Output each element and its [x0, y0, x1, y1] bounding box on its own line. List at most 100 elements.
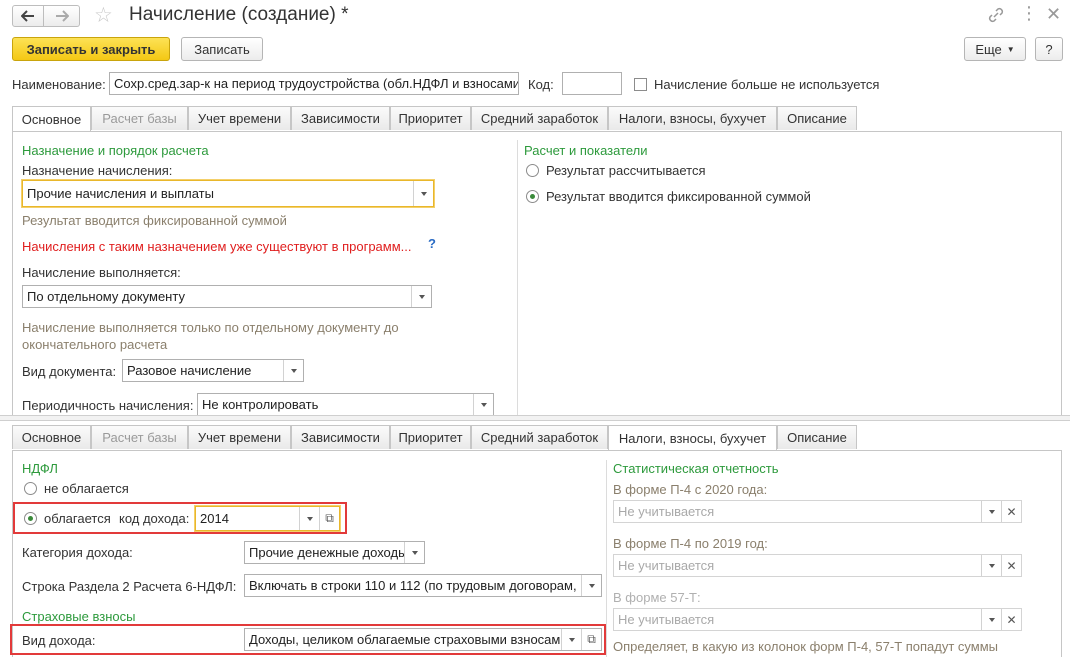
income-code-input[interactable]: 2014 ⧉: [195, 506, 340, 531]
section-title: Назначение и порядок расчета: [22, 143, 209, 158]
periodicity-select-value: Не контролировать: [202, 397, 319, 412]
tab-taxes[interactable]: Налоги, взносы, бухучет: [608, 106, 777, 130]
chevron-down-icon[interactable]: [981, 555, 1001, 576]
forward-button[interactable]: [44, 5, 80, 27]
chevron-down-icon[interactable]: [981, 501, 1001, 522]
more-button[interactable]: Еще ▼: [964, 37, 1026, 61]
tab-calc-base[interactable]: Расчет базы: [91, 425, 188, 449]
income-code-value: 2014: [200, 511, 229, 526]
clear-icon[interactable]: ✕: [1001, 555, 1021, 576]
tab-dependencies[interactable]: Зависимости: [291, 106, 390, 130]
tab-dependencies[interactable]: Зависимости: [291, 425, 390, 449]
periodicity-label: Периодичность начисления:: [22, 398, 194, 413]
radio-fixed[interactable]: [526, 190, 539, 203]
tab-main[interactable]: Основное: [12, 425, 91, 449]
tab-calc-base[interactable]: Расчет базы: [91, 106, 188, 130]
ndfl-row-label: Строка Раздела 2 Расчета 6-НДФЛ:: [22, 579, 237, 594]
radio-not-taxed-label: не облагается: [44, 481, 129, 496]
periodicity-select[interactable]: Не контролировать: [197, 393, 494, 416]
tab-description[interactable]: Описание: [777, 425, 857, 449]
clear-icon[interactable]: ✕: [1001, 609, 1021, 630]
p4-2019-select[interactable]: Не учитывается ✕: [613, 554, 1022, 577]
more-menu-icon[interactable]: ⋮: [1020, 3, 1038, 24]
income-category-select[interactable]: Прочие денежные доходы: [244, 541, 425, 564]
screenshot-separator: [0, 415, 1070, 421]
f57-label: В форме 57-Т:: [613, 590, 701, 605]
back-button[interactable]: [12, 5, 44, 27]
income-category-value: Прочие денежные доходы: [249, 545, 404, 560]
income-type-label: Вид дохода:: [22, 633, 96, 648]
tabs-top: Основное Расчет базы Учет времени Зависи…: [12, 106, 1062, 132]
doc-type-select-value: Разовое начисление: [127, 363, 252, 378]
p4-2020-select[interactable]: Не учитывается ✕: [613, 500, 1022, 523]
chevron-down-icon[interactable]: [581, 575, 601, 596]
radio-taxed[interactable]: [24, 512, 37, 525]
tab-priority[interactable]: Приоритет: [390, 106, 471, 130]
chevron-down-icon[interactable]: [404, 542, 424, 563]
tab-main[interactable]: Основное: [12, 106, 91, 131]
link-icon[interactable]: [987, 6, 1005, 24]
window-title: Начисление (создание) *: [129, 4, 349, 25]
name-input[interactable]: Сохр.сред.зар-к на период трудоустройств…: [109, 72, 519, 95]
radio-calculated[interactable]: [526, 164, 539, 177]
performed-label: Начисление выполняется:: [22, 265, 181, 280]
tab-time-accounting[interactable]: Учет времени: [188, 106, 291, 130]
ndfl-row-select[interactable]: Включать в строки 110 и 112 (по трудовым…: [244, 574, 602, 597]
not-used-checkbox[interactable]: [634, 78, 647, 91]
doc-type-select[interactable]: Разовое начисление: [122, 359, 304, 382]
purpose-label: Назначение начисления:: [22, 163, 173, 178]
name-label: Наименование:: [12, 77, 106, 92]
income-code-label: код дохода:: [119, 511, 190, 526]
panel-divider: [606, 460, 607, 657]
tab-priority[interactable]: Приоритет: [390, 425, 471, 449]
favorite-star-icon[interactable]: ☆: [94, 3, 113, 28]
f57-value: Не учитывается: [618, 612, 715, 627]
purpose-select-value: Прочие начисления и выплаты: [27, 186, 214, 201]
f57-select[interactable]: Не учитывается ✕: [613, 608, 1022, 631]
chevron-down-icon[interactable]: [299, 507, 319, 530]
arrow-left-icon: [21, 10, 34, 22]
chevron-down-icon[interactable]: [561, 629, 581, 650]
purpose-warning[interactable]: Начисления с таким назначением уже сущес…: [22, 239, 412, 254]
income-type-select[interactable]: Доходы, целиком облагаемые страховыми вз…: [244, 628, 602, 651]
not-used-label: Начисление больше не используется: [654, 77, 880, 92]
close-icon[interactable]: ✕: [1046, 4, 1061, 25]
stat-title: Статистическая отчетность: [613, 461, 779, 476]
tab-average-earnings[interactable]: Средний заработок: [471, 425, 608, 449]
help-button[interactable]: ?: [1035, 37, 1063, 61]
p4-2020-label: В форме П-4 с 2020 года:: [613, 482, 768, 497]
chevron-down-icon[interactable]: [413, 181, 433, 206]
chevron-down-icon[interactable]: [283, 360, 303, 381]
performed-select-value: По отдельному документу: [27, 289, 185, 304]
performed-select[interactable]: По отдельному документу: [22, 285, 432, 308]
radio-fixed-label: Результат вводится фиксированной суммой: [546, 189, 811, 204]
doc-type-label: Вид документа:: [22, 364, 117, 379]
clear-icon[interactable]: ✕: [1001, 501, 1021, 522]
chevron-down-icon[interactable]: [411, 286, 431, 307]
open-icon[interactable]: ⧉: [319, 507, 339, 530]
chevron-down-icon[interactable]: [473, 394, 493, 415]
tabs-bottom: Основное Расчет базы Учет времени Зависи…: [12, 425, 1062, 451]
insurance-title: Страховые взносы: [22, 609, 136, 624]
more-button-label: Еще: [975, 41, 1002, 57]
income-category-label: Категория дохода:: [22, 545, 133, 560]
code-input[interactable]: [562, 72, 622, 95]
tab-description[interactable]: Описание: [777, 106, 857, 130]
save-and-close-button[interactable]: Записать и закрыть: [12, 37, 170, 61]
tab-taxes[interactable]: Налоги, взносы, бухучет: [608, 425, 777, 450]
ndfl-title: НДФЛ: [22, 461, 58, 476]
arrow-right-icon: [55, 10, 69, 22]
tab-time-accounting[interactable]: Учет времени: [188, 425, 291, 449]
chevron-down-icon[interactable]: [981, 609, 1001, 630]
p4-2020-value: Не учитывается: [618, 504, 715, 519]
help-question-icon[interactable]: ?: [428, 236, 436, 251]
open-icon[interactable]: ⧉: [581, 629, 601, 650]
performed-hint: Начисление выполняется только по отдельн…: [22, 320, 399, 352]
radio-not-taxed[interactable]: [24, 482, 37, 495]
save-button[interactable]: Записать: [181, 37, 263, 61]
purpose-select[interactable]: Прочие начисления и выплаты: [22, 180, 434, 207]
tab-average-earnings[interactable]: Средний заработок: [471, 106, 608, 130]
panel-divider: [517, 140, 518, 415]
income-type-value: Доходы, целиком облагаемые страховыми вз…: [249, 632, 561, 647]
calc-title: Расчет и показатели: [524, 143, 648, 158]
